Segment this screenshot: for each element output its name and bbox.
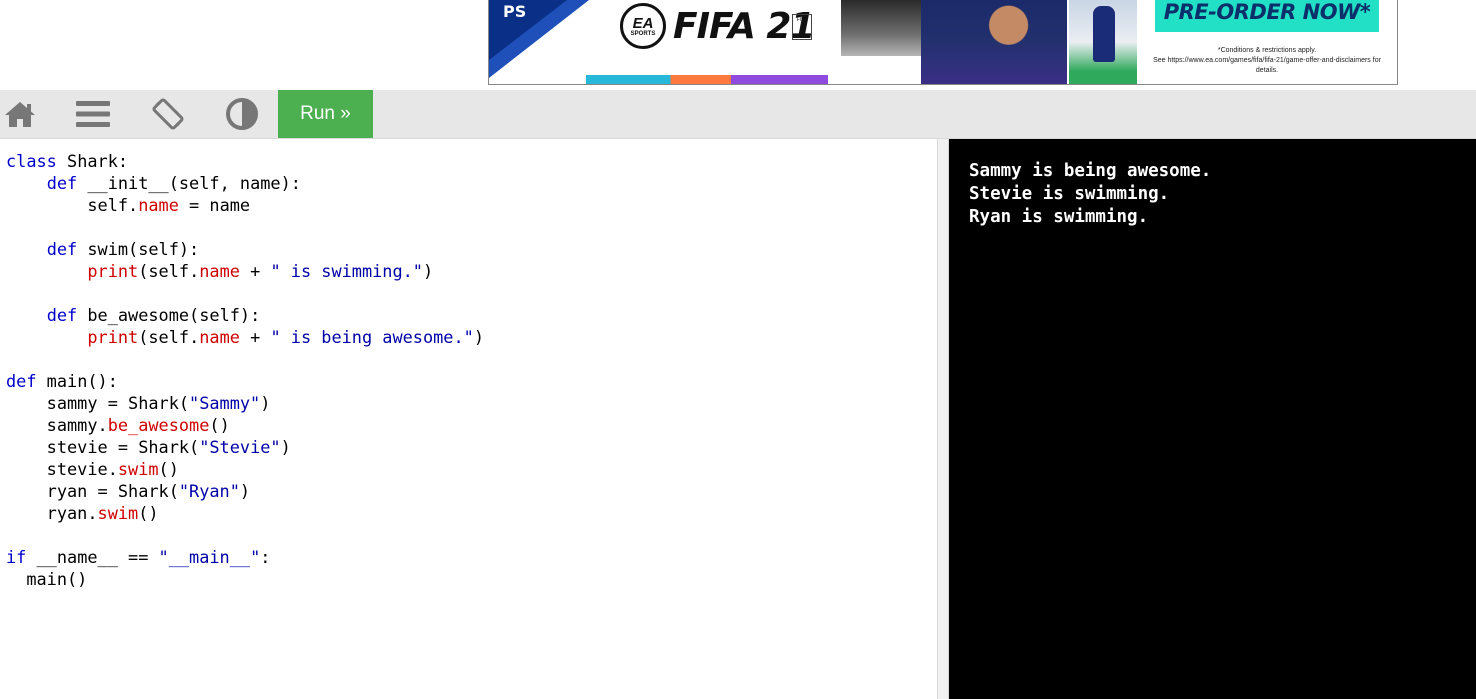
home-icon[interactable]	[0, 90, 40, 138]
code-line[interactable]	[6, 282, 937, 304]
output-line: Stevie is swimming.	[969, 184, 1170, 204]
ea-sports-logo: EA SPORTS	[620, 3, 666, 49]
code-line[interactable]: def __init__(self, name):	[6, 172, 937, 194]
code-line[interactable]	[6, 524, 937, 546]
ad-corner-shape-dark	[489, 0, 567, 60]
run-button[interactable]: Run »	[278, 90, 373, 138]
code-line[interactable]: class Shark:	[6, 150, 937, 172]
ad-color-stripe	[586, 75, 828, 84]
ad-player-photo	[841, 0, 921, 56]
code-line[interactable]: sammy = Shark("Sammy")	[6, 392, 937, 414]
rating-box: FIFA	[792, 14, 812, 40]
toolbar: Run »	[0, 90, 1476, 139]
output-lines: Sammy is being awesome. Stevie is swimmin…	[949, 139, 1476, 229]
code-line[interactable]: def main():	[6, 370, 937, 392]
code-line[interactable]: main()	[6, 568, 937, 590]
contrast-icon[interactable]	[222, 90, 262, 138]
code-area[interactable]: class Shark: def __init__(self, name): s…	[0, 139, 937, 590]
sports-logo-text: SPORTS	[630, 30, 656, 37]
ad-player-photo-kit	[1069, 0, 1137, 84]
output-line: Ryan is swimming.	[969, 207, 1149, 227]
player-silhouette	[1093, 6, 1115, 62]
ea-logo-text: EA	[632, 14, 654, 32]
output-line: Sammy is being awesome.	[969, 161, 1212, 181]
code-line[interactable]: print(self.name + " is being awesome.")	[6, 326, 937, 348]
code-line[interactable]	[6, 348, 937, 370]
code-line[interactable]: def swim(self):	[6, 238, 937, 260]
playstation-logo-icon: PS	[503, 2, 527, 21]
code-line[interactable]: if __name__ == "__main__":	[6, 546, 937, 568]
ad-banner[interactable]: PS EA SPORTS FIFA 21 FIFA PRE-ORDER NOW*…	[488, 0, 1398, 85]
rotate-layout-icon[interactable]	[148, 90, 188, 138]
menu-icon[interactable]	[73, 90, 113, 138]
code-line[interactable]: sammy.be_awesome()	[6, 414, 937, 436]
code-line[interactable]: ryan.swim()	[6, 502, 937, 524]
code-line[interactable]: ryan = Shark("Ryan")	[6, 480, 937, 502]
pane-splitter[interactable]	[937, 139, 949, 699]
code-line[interactable]: self.name = name	[6, 194, 937, 216]
code-line[interactable]: stevie = Shark("Stevie")	[6, 436, 937, 458]
preorder-button[interactable]: PRE-ORDER NOW*	[1155, 0, 1379, 32]
disclaimer-line: See https://www.ea.com/games/fifa/fifa-2…	[1153, 57, 1381, 74]
ad-disclaimer: *Conditions & restrictions apply. See ht…	[1145, 46, 1389, 76]
output-panel: Sammy is being awesome. Stevie is swimmin…	[949, 139, 1476, 699]
code-line[interactable]: def be_awesome(self):	[6, 304, 937, 326]
code-line[interactable]: print(self.name + " is swimming.")	[6, 260, 937, 282]
ad-player-photo-main	[921, 0, 1067, 84]
code-line[interactable]: stevie.swim()	[6, 458, 937, 480]
code-editor[interactable]: class Shark: def __init__(self, name): s…	[0, 139, 937, 699]
code-line[interactable]	[6, 216, 937, 238]
disclaimer-line: *Conditions & restrictions apply.	[1217, 47, 1317, 54]
